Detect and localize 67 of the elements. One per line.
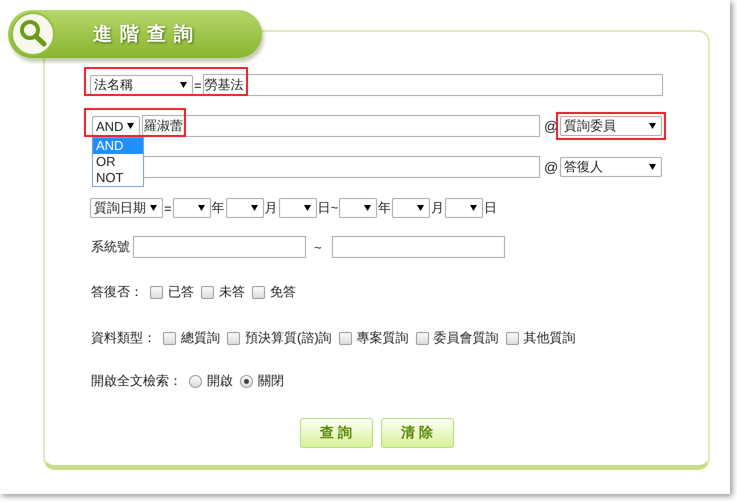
page-title: 進階查詢 <box>93 22 201 47</box>
caret-icon <box>127 123 134 129</box>
role-select[interactable]: 答復人 <box>560 157 662 177</box>
checkbox-label: 委員會質詢 <box>432 329 500 347</box>
caret-icon <box>649 164 656 170</box>
checkbox[interactable] <box>338 332 352 344</box>
radio-button[interactable] <box>189 374 202 388</box>
field-select[interactable]: 法名稱 <box>90 75 193 95</box>
caret-icon <box>180 82 187 88</box>
caret-icon <box>649 123 656 129</box>
caret-icon <box>198 205 205 211</box>
checkbox-label: 已答 <box>167 283 195 301</box>
operator-label: = <box>163 200 173 216</box>
checkbox-label: 預決算質(諮)詢 <box>244 329 333 347</box>
checkbox-label: 專案質詢 <box>356 329 410 347</box>
caret-icon <box>304 205 311 211</box>
checkbox[interactable] <box>506 332 519 344</box>
radio-label: 關閉 <box>257 372 285 390</box>
unit-label: 日 <box>483 199 498 217</box>
input-field[interactable] <box>142 156 540 178</box>
radio-button[interactable] <box>240 374 253 388</box>
checkbox-label: 其他質詢 <box>522 329 577 347</box>
checkbox[interactable] <box>252 286 265 298</box>
caret-icon <box>470 205 478 211</box>
search-icon <box>11 12 55 56</box>
fulltext-label: 開啟全文檢索： <box>90 372 183 390</box>
unit-label: 年 <box>377 199 392 217</box>
caret-icon <box>417 205 424 211</box>
unit-label: 日~ <box>316 199 340 217</box>
checkbox[interactable] <box>150 286 163 298</box>
serial-label: 系統號 <box>90 238 131 256</box>
unit-label: 年 <box>210 199 226 217</box>
action-button[interactable]: 清 除 <box>380 418 454 448</box>
date-select[interactable] <box>392 198 430 218</box>
caret-icon <box>150 205 157 211</box>
checkbox-label: 未答 <box>218 283 246 301</box>
checkbox-label: 總質詢 <box>180 329 221 347</box>
type-label: 資料類型： <box>90 329 157 347</box>
caret-icon <box>364 205 372 211</box>
dropdown-option[interactable]: NOT <box>93 170 143 186</box>
input-field[interactable] <box>332 236 505 258</box>
unit-label: 月 <box>264 199 279 217</box>
caret-icon <box>250 205 258 211</box>
at-label: @ <box>543 159 560 175</box>
unit-label: 月 <box>430 199 446 217</box>
checkbox[interactable] <box>416 332 429 344</box>
checkbox[interactable] <box>163 332 176 344</box>
date-select[interactable] <box>445 198 484 218</box>
radio-label: 開啟 <box>206 372 234 390</box>
checkbox[interactable] <box>227 332 240 344</box>
range-separator: ~ <box>313 240 323 254</box>
action-button[interactable]: 查 詢 <box>300 418 372 448</box>
checkbox-label: 免答 <box>269 283 297 301</box>
logic-select[interactable]: AND <box>92 116 140 136</box>
answered-label: 答復否： <box>90 283 144 301</box>
input-field[interactable]: 羅淑蕾 <box>142 115 540 137</box>
date-select[interactable] <box>172 198 211 218</box>
date-select[interactable] <box>339 198 378 218</box>
date-select[interactable] <box>278 198 317 218</box>
role-select[interactable]: 質詢委員 <box>560 116 662 136</box>
operator-label: = <box>193 78 203 92</box>
input-field[interactable]: 勞基法 <box>202 74 663 96</box>
checkbox[interactable] <box>201 286 214 298</box>
date-select[interactable] <box>226 198 264 218</box>
date-field-select[interactable]: 質詢日期 <box>90 198 163 218</box>
input-field[interactable] <box>133 236 306 258</box>
dropdown-option[interactable]: OR <box>93 154 143 170</box>
